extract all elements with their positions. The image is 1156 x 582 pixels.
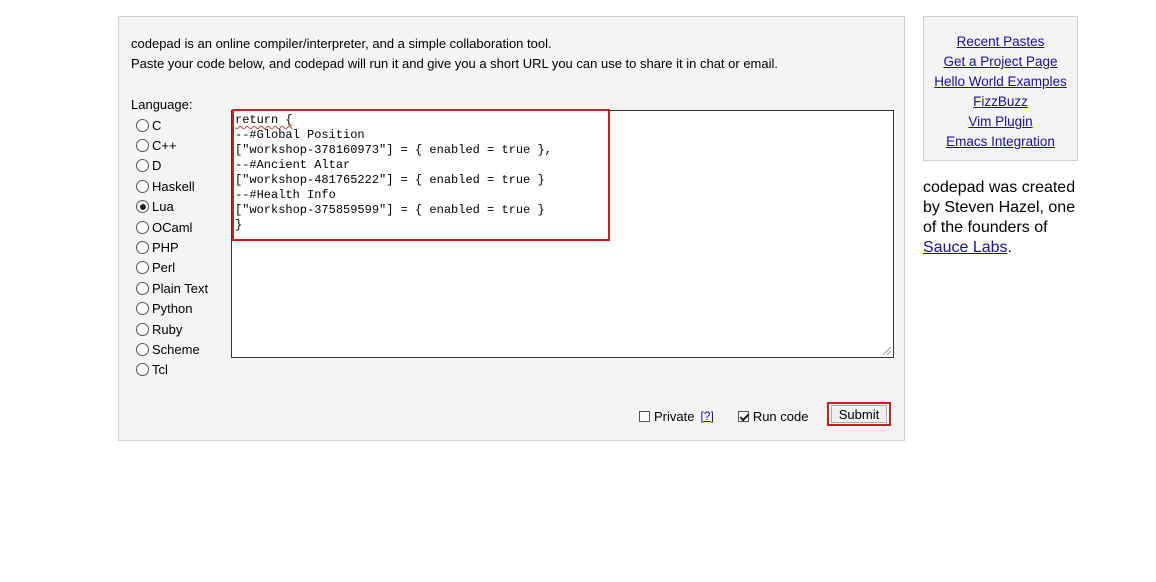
private-option[interactable]: Private [?] [639, 409, 714, 424]
code-content: return { --#Global Position ["workshop-3… [235, 113, 552, 233]
language-option-ruby[interactable]: Ruby [136, 319, 208, 339]
language-option-label: Lua [152, 199, 174, 215]
radio-button[interactable] [136, 322, 149, 336]
language-option-label: C++ [152, 138, 177, 154]
link-recent-pastes[interactable]: Recent Pastes [924, 32, 1077, 52]
code-line: } [235, 218, 243, 232]
intro-line-1: codepad is an online compiler/interprete… [131, 36, 552, 51]
resize-grip-icon[interactable] [883, 347, 891, 355]
radio-button[interactable] [136, 118, 149, 132]
language-option-label: Python [152, 301, 193, 317]
language-option-php[interactable]: PHP [136, 237, 208, 257]
radio-button[interactable] [136, 241, 149, 255]
radio-button[interactable] [136, 281, 149, 295]
radio-button[interactable] [136, 139, 149, 153]
language-option-perl[interactable]: Perl [136, 258, 208, 278]
code-line: ["workshop-378160973"] = { enabled = tru… [235, 143, 552, 157]
language-option-label: Plain Text [152, 280, 209, 296]
language-option-label: Tcl [152, 362, 168, 378]
sidebar-links-panel: Recent Pastes Get a Project Page Hello W… [923, 16, 1078, 161]
code-line: --#Health Info [235, 188, 336, 202]
language-option-label: Ruby [152, 321, 183, 337]
run-code-option[interactable]: Run code [737, 408, 809, 424]
private-checkbox[interactable] [639, 410, 650, 422]
about-text: codepad was created by Steven Hazel, one… [923, 178, 1083, 258]
private-help-link[interactable]: [?] [700, 409, 713, 423]
radio-button-selected[interactable] [136, 200, 149, 214]
link-fizzbuzz[interactable]: FizzBuzz [924, 92, 1077, 112]
language-option-haskell[interactable]: Haskell [136, 176, 208, 196]
language-option-lua[interactable]: Lua [136, 197, 208, 217]
code-textarea[interactable]: return { --#Global Position ["workshop-3… [231, 110, 894, 358]
language-label: Language: [131, 97, 193, 112]
radio-button[interactable] [136, 220, 149, 234]
language-option-cpp[interactable]: C++ [136, 135, 208, 155]
code-line: return { [235, 113, 293, 127]
language-option-label: Scheme [152, 341, 200, 357]
link-vim-plugin[interactable]: Vim Plugin [924, 112, 1077, 132]
language-option-plain-text[interactable]: Plain Text [136, 278, 208, 298]
radio-button[interactable] [136, 179, 149, 193]
language-option-ocaml[interactable]: OCaml [136, 217, 208, 237]
language-option-label: OCaml [152, 219, 193, 235]
run-code-label: Run code [752, 408, 809, 424]
language-option-c[interactable]: C [136, 115, 208, 135]
submit-highlight-box: Submit [827, 402, 891, 426]
link-emacs-integration[interactable]: Emacs Integration [924, 132, 1077, 152]
link-hello-world-examples[interactable]: Hello World Examples [924, 72, 1077, 92]
intro-line-2: Paste your code below, and codepad will … [131, 56, 778, 71]
language-option-label: Perl [152, 260, 176, 276]
language-radio-list: C C++ D Haskell Lua OCaml PHP Perl Plain… [136, 115, 208, 380]
language-option-label: C [152, 117, 162, 133]
code-line: --#Global Position [235, 128, 365, 142]
radio-button[interactable] [136, 363, 149, 377]
language-option-label: PHP [152, 240, 179, 256]
radio-button[interactable] [136, 342, 149, 356]
code-line: ["workshop-375859599"] = { enabled = tru… [235, 203, 545, 217]
radio-button[interactable] [136, 159, 149, 173]
code-line: ["workshop-481765222"] = { enabled = tru… [235, 173, 545, 187]
language-option-label: Haskell [152, 178, 195, 194]
codepad-form-panel: codepad is an online compiler/interprete… [118, 16, 905, 441]
code-line: --#Ancient Altar [235, 158, 351, 172]
language-option-label: D [152, 158, 162, 174]
intro-text: codepad is an online compiler/interprete… [131, 34, 778, 74]
radio-button[interactable] [136, 261, 149, 275]
language-option-tcl[interactable]: Tcl [136, 360, 208, 380]
language-option-d[interactable]: D [136, 156, 208, 176]
radio-button[interactable] [136, 302, 149, 316]
sauce-labs-link[interactable]: Sauce Labs [923, 239, 1008, 256]
submit-button[interactable]: Submit [831, 405, 887, 423]
submit-controls: Private [?] Run code [639, 406, 808, 426]
about-end: . [1007, 239, 1012, 256]
language-option-python[interactable]: Python [136, 299, 208, 319]
about-body: codepad was created by Steven Hazel, one… [923, 179, 1076, 236]
run-code-checkbox[interactable] [737, 410, 749, 422]
language-option-scheme[interactable]: Scheme [136, 339, 208, 359]
private-label: Private [654, 408, 695, 424]
link-get-project-page[interactable]: Get a Project Page [924, 52, 1077, 72]
